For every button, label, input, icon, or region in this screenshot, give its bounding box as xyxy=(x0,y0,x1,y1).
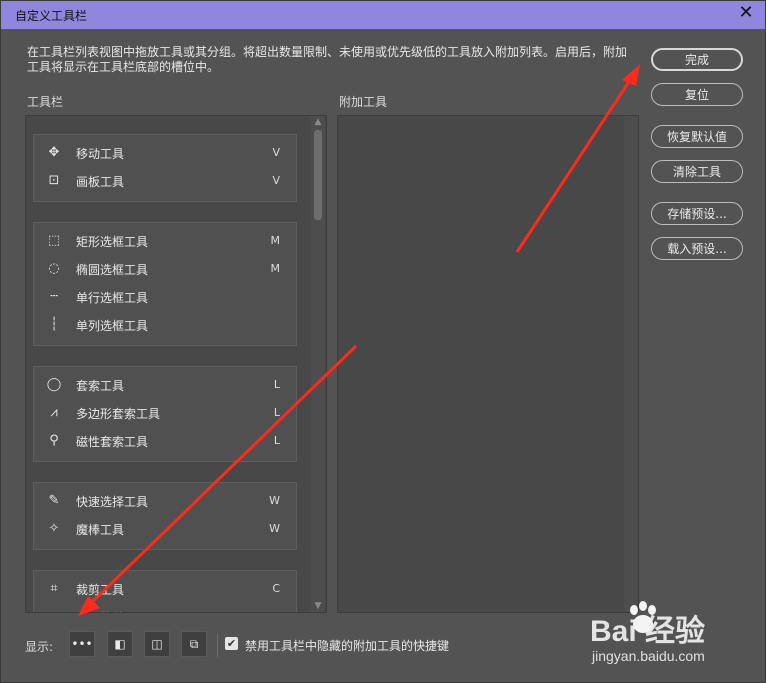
scroll-down-icon[interactable]: ▼ xyxy=(312,600,324,612)
tool-name: 快速选择工具 xyxy=(76,495,149,509)
tool-name: 套索工具 xyxy=(76,379,125,393)
tool-group[interactable]: ◯ 套索工具 L ⩘ 多边形套索工具 L ⚲ 磁性套索工具 L xyxy=(33,366,297,462)
tool-name: 移动工具 xyxy=(76,147,125,161)
tool-item[interactable]: ┄ 单行选框工具 xyxy=(34,283,296,311)
toolbar-scrollbar[interactable]: ▲ ▼ xyxy=(311,116,325,612)
tool-shortcut: V xyxy=(272,146,280,159)
rect-marquee-icon: ⬚ xyxy=(47,233,61,248)
magic-wand-icon: ✧ xyxy=(48,521,60,536)
tool-name: 画板工具 xyxy=(76,175,125,189)
clear-tools-button[interactable]: 清除工具 xyxy=(651,160,743,183)
tool-item[interactable]: ⊡ 画板工具 V xyxy=(34,167,296,195)
perspective-crop-icon: ⌗ xyxy=(46,609,62,612)
watermark-logo-text: Bai 经验 xyxy=(590,615,706,648)
load-preset-button[interactable]: 载入预设... xyxy=(651,237,743,260)
polygon-lasso-icon: ⩘ xyxy=(50,405,58,420)
tool-item[interactable]: ⚲ 磁性套索工具 L xyxy=(34,427,296,455)
tool-name: 矩形选框工具 xyxy=(76,235,149,249)
disable-shortcuts-label: 禁用工具栏中隐藏的附加工具的快捷键 xyxy=(245,639,450,653)
scroll-thumb[interactable] xyxy=(314,130,322,220)
customize-toolbar-dialog: 自定义工具栏 ✕ 在工具栏列表视图中拖放工具或其分组。将超出数量限制、未使用或优… xyxy=(0,0,766,683)
tool-item[interactable]: ⩘ 多边形套索工具 L xyxy=(34,399,296,427)
tool-shortcut: L xyxy=(273,406,280,419)
tool-name: 多边形套索工具 xyxy=(76,407,161,421)
tool-name: 裁剪工具 xyxy=(76,583,125,597)
tool-item[interactable]: ┆ 单列选框工具 xyxy=(34,311,296,339)
tool-group[interactable]: ⌗ 裁剪工具 C ⌗ 透视裁剪工具 C xyxy=(33,570,297,612)
dialog-title: 自定义工具栏 xyxy=(15,9,88,23)
tool-item[interactable]: ◌ 椭圆选框工具 M xyxy=(34,255,296,283)
extra-tools-list[interactable] xyxy=(337,115,639,613)
quick-select-icon: ✎ xyxy=(48,493,60,508)
tool-item[interactable]: ⬚ 矩形选框工具 M xyxy=(34,227,296,255)
extra-tools-label: 附加工具 xyxy=(339,95,388,109)
tool-group[interactable]: ⬚ 矩形选框工具 M ◌ 椭圆选框工具 M ┄ 单行选框工具 ┆ 单列选框工具 xyxy=(33,222,297,346)
crop-icon: ⌗ xyxy=(50,581,58,596)
tool-name: 透视裁剪工具 xyxy=(76,609,148,612)
tool-name: 魔棒工具 xyxy=(76,523,125,537)
row-marquee-icon: ┄ xyxy=(50,289,58,304)
tool-item[interactable]: ✧ 魔棒工具 W xyxy=(34,515,296,543)
tool-shortcut: C xyxy=(272,610,280,612)
tool-shortcut: M xyxy=(270,234,281,247)
show-label: 显示: xyxy=(25,640,54,654)
quick-mask-icon[interactable]: ◫ xyxy=(144,631,170,657)
tool-item[interactable]: ✥ 移动工具 V xyxy=(34,139,296,167)
color-swatch-icon[interactable]: ◧ xyxy=(107,631,133,657)
baidu-watermark: Bai 经验 jingyan.baidu.com xyxy=(590,600,760,676)
tool-group[interactable]: ✥ 移动工具 V ⊡ 画板工具 V xyxy=(33,134,297,202)
divider xyxy=(217,633,218,657)
tool-shortcut: V xyxy=(272,174,280,187)
disable-shortcuts-checkbox[interactable]: ✔ xyxy=(225,637,238,650)
tool-shortcut: C xyxy=(272,582,280,595)
tool-shortcut: W xyxy=(269,494,280,507)
reset-button[interactable]: 复位 xyxy=(651,83,743,106)
watermark-site: jingyan.baidu.com xyxy=(592,648,705,664)
tool-item[interactable]: ⌗ 裁剪工具 C xyxy=(34,575,296,603)
lasso-icon: ◯ xyxy=(46,377,62,392)
tool-name: 椭圆选框工具 xyxy=(76,263,149,277)
magnetic-lasso-icon: ⚲ xyxy=(49,433,59,448)
tool-name: 磁性套索工具 xyxy=(76,435,149,449)
artboard-icon: ⊡ xyxy=(48,173,60,188)
close-icon[interactable]: ✕ xyxy=(737,4,755,22)
scroll-up-icon[interactable]: ▲ xyxy=(312,116,324,128)
bottom-bar: 显示: ••• ◧ ◫ ⧉ ✔ 禁用工具栏中隐藏的附加工具的快捷键 xyxy=(25,631,525,661)
extra-tools-scrollbar[interactable] xyxy=(624,116,638,612)
tool-item[interactable]: ⌗ 透视裁剪工具 C xyxy=(34,603,296,612)
toolbar-list[interactable]: ✥ 移动工具 V ⊡ 画板工具 V ⬚ 矩形选框工具 M ◌ 椭圆选框工具 M ┄ 单行选框工具 ┆ 单列选框… xyxy=(25,115,327,613)
screen-mode-icon[interactable]: ⧉ xyxy=(181,631,207,657)
title-bar: 自定义工具栏 ✕ xyxy=(1,1,765,29)
tool-shortcut: W xyxy=(269,522,280,535)
tool-name: 单列选框工具 xyxy=(76,319,149,333)
column-marquee-icon: ┆ xyxy=(50,317,58,332)
tool-item[interactable]: ✎ 快速选择工具 W xyxy=(34,487,296,515)
tool-shortcut: L xyxy=(273,434,280,447)
ellipse-marquee-icon: ◌ xyxy=(48,261,60,276)
move-icon: ✥ xyxy=(48,145,60,160)
save-preset-button[interactable]: 存储预设... xyxy=(651,202,743,225)
tool-group[interactable]: ✎ 快速选择工具 W ✧ 魔棒工具 W xyxy=(33,482,297,550)
tool-shortcut: L xyxy=(273,378,280,391)
tool-name: 单行选框工具 xyxy=(76,291,149,305)
more-icon[interactable]: ••• xyxy=(69,631,95,657)
restore-defaults-button[interactable]: 恢复默认值 xyxy=(651,125,743,148)
tool-shortcut: M xyxy=(270,262,281,275)
description-text: 在工具栏列表视图中拖放工具或其分组。将超出数量限制、未使用或优先级低的工具放入附… xyxy=(27,45,628,74)
toolbar-label: 工具栏 xyxy=(27,95,64,109)
done-button[interactable]: 完成 xyxy=(651,48,743,71)
tool-item[interactable]: ◯ 套索工具 L xyxy=(34,371,296,399)
